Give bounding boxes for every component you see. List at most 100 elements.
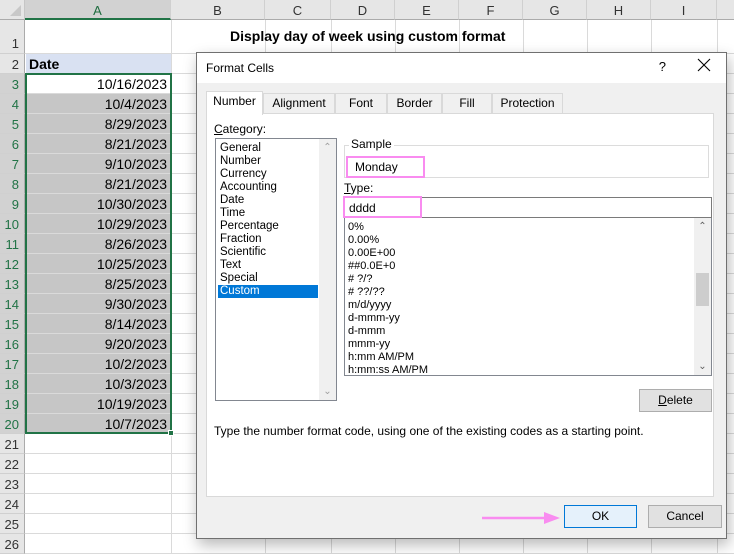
date-cell[interactable]: 9/30/2023 — [26, 294, 171, 313]
row-header-15[interactable]: 15 — [0, 314, 25, 334]
date-cell[interactable]: 8/25/2023 — [26, 274, 171, 293]
type-input[interactable] — [344, 197, 712, 218]
format-code-item[interactable]: # ?/? — [348, 273, 688, 286]
category-item-custom[interactable]: Custom — [218, 285, 318, 298]
format-code-item[interactable]: d-mmm — [348, 325, 688, 338]
column-header-g[interactable]: G — [523, 0, 587, 20]
category-list[interactable]: General Number Currency Accounting Date Time P… — [215, 138, 337, 401]
row-header-1[interactable]: 1 — [0, 20, 25, 54]
row-header-3[interactable]: 3 — [0, 74, 25, 94]
row-header-16[interactable]: 16 — [0, 334, 25, 354]
format-code-item[interactable]: # ??/?? — [348, 286, 688, 299]
column-header-i[interactable]: I — [651, 0, 717, 20]
format-code-list[interactable]: 0% 0.00% 0.00E+00 ##0.0E+0 # ?/? # ??/?? m/d/y… — [344, 218, 712, 376]
fill-handle[interactable] — [168, 430, 174, 436]
tab-border[interactable]: Border — [387, 93, 442, 114]
category-item-fraction[interactable]: Fraction — [218, 233, 318, 246]
column-header-c[interactable]: C — [265, 0, 331, 20]
row-header-20[interactable]: 20 — [0, 414, 25, 434]
column-header-h[interactable]: H — [587, 0, 651, 20]
scroll-up-icon[interactable]: ⌃ — [694, 218, 711, 235]
row-header-14[interactable]: 14 — [0, 294, 25, 314]
category-item-scientific[interactable]: Scientific — [218, 246, 318, 259]
date-cell[interactable]: 10/2/2023 — [26, 354, 171, 373]
scroll-up-icon[interactable]: ⌃ — [319, 139, 336, 156]
category-item-accounting[interactable]: Accounting — [218, 181, 318, 194]
date-cell[interactable]: 10/29/2023 — [26, 214, 171, 233]
date-cell[interactable]: 8/21/2023 — [26, 174, 171, 193]
row-header-7[interactable]: 7 — [0, 154, 25, 174]
row-header-2[interactable]: 2 — [0, 54, 25, 74]
row-header-24[interactable]: 24 — [0, 494, 25, 514]
category-item-time[interactable]: Time — [218, 207, 318, 220]
category-item-number[interactable]: Number — [218, 155, 318, 168]
row-header-5[interactable]: 5 — [0, 114, 25, 134]
column-header-b[interactable]: B — [171, 0, 265, 20]
column-header-j[interactable] — [717, 0, 734, 20]
select-all-button[interactable] — [0, 0, 25, 20]
row-header-19[interactable]: 19 — [0, 394, 25, 414]
row-header-25[interactable]: 25 — [0, 514, 25, 534]
tab-font[interactable]: Font — [335, 93, 387, 114]
category-item-date[interactable]: Date — [218, 194, 318, 207]
format-code-item[interactable]: 0% — [348, 221, 688, 234]
row-header-13[interactable]: 13 — [0, 274, 25, 294]
scroll-thumb[interactable] — [696, 273, 709, 306]
date-cell[interactable]: 10/4/2023 — [26, 94, 171, 113]
format-code-item[interactable]: 0.00% — [348, 234, 688, 247]
date-cell[interactable]: 8/21/2023 — [26, 134, 171, 153]
date-cell[interactable]: 8/26/2023 — [26, 234, 171, 253]
date-cell[interactable]: 10/3/2023 — [26, 374, 171, 393]
column-header-e[interactable]: E — [395, 0, 459, 20]
row-header-12[interactable]: 12 — [0, 254, 25, 274]
format-code-item[interactable]: d-mmm-yy — [348, 312, 688, 325]
scroll-down-icon[interactable]: ⌄ — [319, 383, 336, 400]
category-item-special[interactable]: Special — [218, 272, 318, 285]
row-header-6[interactable]: 6 — [0, 134, 25, 154]
column-header-a[interactable]: A — [25, 0, 171, 20]
ok-button[interactable]: OK — [564, 505, 637, 528]
row-header-8[interactable]: 8 — [0, 174, 25, 194]
row-header-18[interactable]: 18 — [0, 374, 25, 394]
date-cell[interactable]: 9/20/2023 — [26, 334, 171, 353]
dialog-titlebar[interactable]: Format Cells ? — [197, 53, 726, 83]
date-cell[interactable]: 9/10/2023 — [26, 154, 171, 173]
format-code-item[interactable]: m/d/yyyy — [348, 299, 688, 312]
row-header-23[interactable]: 23 — [0, 474, 25, 494]
column-header-d[interactable]: D — [331, 0, 395, 20]
tab-protection[interactable]: Protection — [492, 93, 563, 114]
date-cell[interactable]: 10/7/2023 — [26, 414, 171, 433]
format-code-item[interactable]: h:mm:ss AM/PM — [348, 364, 688, 375]
row-header-11[interactable]: 11 — [0, 234, 25, 254]
column-header-f[interactable]: F — [459, 0, 523, 20]
date-header-cell[interactable]: Date — [26, 54, 171, 74]
delete-button[interactable]: Delete — [639, 389, 712, 412]
format-code-item[interactable]: ##0.0E+0 — [348, 260, 688, 273]
help-button[interactable]: ? — [659, 59, 666, 74]
tab-fill[interactable]: Fill — [442, 93, 492, 114]
date-cell[interactable]: 10/19/2023 — [26, 394, 171, 413]
tab-number[interactable]: Number — [206, 91, 263, 115]
date-cell[interactable]: 10/16/2023 — [26, 74, 171, 93]
row-header-21[interactable]: 21 — [0, 434, 25, 454]
row-header-17[interactable]: 17 — [0, 354, 25, 374]
category-item-percentage[interactable]: Percentage — [218, 220, 318, 233]
row-header-10[interactable]: 10 — [0, 214, 25, 234]
format-code-item[interactable]: h:mm AM/PM — [348, 351, 688, 364]
date-cell[interactable]: 8/14/2023 — [26, 314, 171, 333]
date-cell[interactable]: 10/25/2023 — [26, 254, 171, 273]
category-item-currency[interactable]: Currency — [218, 168, 318, 181]
row-header-9[interactable]: 9 — [0, 194, 25, 214]
date-cell[interactable]: 8/29/2023 — [26, 114, 171, 133]
format-code-item[interactable]: mmm-yy — [348, 338, 688, 351]
close-icon[interactable] — [696, 57, 712, 73]
date-cell[interactable]: 10/30/2023 — [26, 194, 171, 213]
category-scrollbar[interactable]: ⌃ ⌄ — [319, 139, 336, 400]
scroll-down-icon[interactable]: ⌄ — [694, 358, 711, 375]
category-item-text[interactable]: Text — [218, 259, 318, 272]
format-scrollbar[interactable]: ⌃ ⌄ — [694, 218, 711, 375]
row-header-26[interactable]: 26 — [0, 534, 25, 554]
cancel-button[interactable]: Cancel — [648, 505, 722, 528]
format-code-item[interactable]: 0.00E+00 — [348, 247, 688, 260]
category-item-general[interactable]: General — [218, 142, 318, 155]
